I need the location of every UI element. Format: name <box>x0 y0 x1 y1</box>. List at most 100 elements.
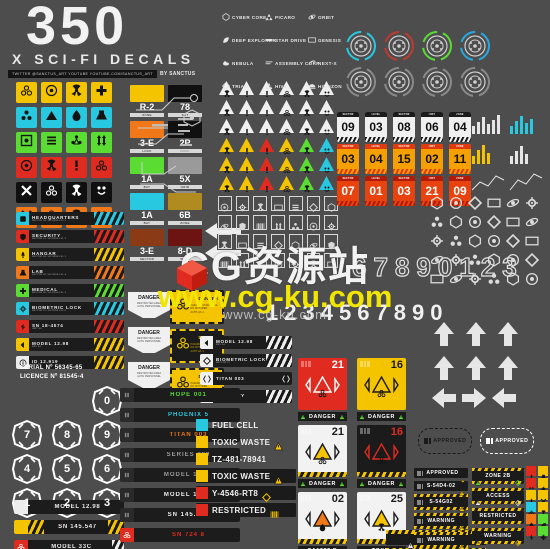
diamond-icon[interactable] <box>505 233 521 249</box>
mini-tile[interactable] <box>526 514 536 528</box>
counter-card[interactable]: LEVEL 03 <box>365 112 387 142</box>
warning-triangle[interactable] <box>238 137 255 155</box>
zone-row-wrap[interactable]: WARNING <box>472 528 524 547</box>
mini-tile[interactable] <box>538 478 548 492</box>
zone-row[interactable]: ZONE 2B <box>472 471 524 487</box>
outline-icon-tile[interactable] <box>218 215 232 230</box>
outline-icon-tile[interactable] <box>324 196 339 212</box>
zone-row[interactable]: RESTRICTED <box>472 511 524 527</box>
counter-card[interactable]: SECTOR 07 <box>337 176 359 206</box>
gear-icon[interactable] <box>468 272 482 286</box>
mini-tile[interactable] <box>526 466 536 480</box>
molecule-icon[interactable] <box>468 253 482 267</box>
counter-card[interactable]: ZONE 04 <box>449 112 471 142</box>
logo[interactable]: ASSEMBLY CORP <box>265 54 319 72</box>
material-row[interactable]: TOXIC WASTE <box>196 469 296 484</box>
hex-number-badge[interactable]: 4 <box>12 454 42 484</box>
warning-triangle[interactable] <box>258 175 275 193</box>
outline-icon-tile[interactable] <box>235 215 250 231</box>
danger-banner[interactable]: DANGER RESTRICTED AREA AUTH PERSONNEL <box>128 327 170 353</box>
danger-card-wrap[interactable]: 02 SA1232 B <box>298 492 351 549</box>
outline-icon-tile[interactable] <box>271 253 285 269</box>
icon-tile[interactable] <box>41 182 62 203</box>
diamond-icon[interactable] <box>467 195 483 211</box>
approval-row[interactable]: WARNING <box>414 535 468 549</box>
outline-icon-tile[interactable] <box>235 253 250 269</box>
mini-tile[interactable] <box>538 526 548 540</box>
icon-tile[interactable] <box>66 157 87 178</box>
icon-tile[interactable] <box>66 107 87 128</box>
warning-triangle[interactable] <box>218 175 235 193</box>
mini-tile[interactable] <box>526 526 536 540</box>
bottom-mid-bar[interactable]: SN 724 8 <box>120 528 240 542</box>
danger-card[interactable]: 21 <box>298 425 347 477</box>
zone-row[interactable]: ACCESS <box>472 491 524 507</box>
gear-icon[interactable] <box>430 234 444 248</box>
counter-card[interactable]: SECTOR 03 <box>393 176 415 206</box>
logo[interactable]: HIVE <box>265 77 307 95</box>
counter-card[interactable]: SECTOR 15 <box>393 144 415 174</box>
outline-icon-tile[interactable] <box>253 196 268 212</box>
orbit-icon[interactable] <box>449 272 463 286</box>
danger-banner[interactable]: DANGER RESTRICTED AREA AUTH PERSONNEL <box>128 292 170 318</box>
hex-number-badge[interactable]: 0 <box>92 386 122 416</box>
danger-card-wrap[interactable]: 21 DANGER <box>298 425 351 488</box>
danger-card[interactable]: 21 <box>298 358 347 410</box>
warning-triangle[interactable] <box>318 156 335 173</box>
counter-card[interactable]: LEVEL 01 <box>365 176 387 206</box>
mini-tile[interactable] <box>538 514 548 528</box>
target-icon[interactable] <box>487 234 501 248</box>
danger-card[interactable]: 02 <box>298 492 347 544</box>
material-row[interactable]: TZ-481-78941 <box>196 452 296 466</box>
target-icon[interactable] <box>506 253 520 267</box>
hud-gauge[interactable] <box>459 30 491 62</box>
label-bar[interactable]: MEDICAL SECTOR 06 / ACCESS LVL 3 <box>16 284 124 297</box>
logo[interactable]: PICARO <box>265 8 307 26</box>
danger-card[interactable]: 16 <box>357 425 406 477</box>
counter-card[interactable]: ZONE 11 <box>449 144 471 174</box>
hud-gauge[interactable] <box>459 66 491 98</box>
mini-tile[interactable] <box>538 490 548 504</box>
icon-tile[interactable] <box>16 82 37 103</box>
gear-icon[interactable] <box>525 196 539 210</box>
warning-triangle[interactable] <box>318 99 335 116</box>
hud-gauge[interactable] <box>421 30 453 62</box>
outline-icon-tile[interactable] <box>324 234 339 250</box>
approval-row-wrap[interactable]: WARNING <box>414 513 468 531</box>
molecule-icon[interactable] <box>430 215 444 229</box>
outline-icon-tile[interactable] <box>253 234 268 249</box>
logo[interactable]: NEBULA <box>222 54 264 72</box>
mini-tile[interactable] <box>526 490 536 504</box>
outline-icon-tile[interactable] <box>253 215 268 230</box>
warning-triangle[interactable] <box>298 118 315 136</box>
counter-card[interactable]: UNIT 06 <box>421 112 443 142</box>
icon-tile[interactable] <box>66 82 87 103</box>
hud-gauge[interactable] <box>345 66 377 98</box>
zone-row-wrap[interactable]: ZONE 2B <box>472 468 524 487</box>
box-icon[interactable] <box>430 272 444 286</box>
code-chip[interactable]: 3-E SECTOR <box>130 229 164 261</box>
icon-tile[interactable] <box>91 157 112 178</box>
outline-icon-tile[interactable] <box>288 215 303 230</box>
warning-triangle[interactable] <box>278 137 295 155</box>
counter-card[interactable]: SECTOR 03 <box>337 144 359 174</box>
icon-tile[interactable] <box>16 132 37 153</box>
hex-logo-icon[interactable] <box>430 196 444 210</box>
approval-row[interactable]: S-54G02 <box>414 497 468 512</box>
outline-icon-tile[interactable] <box>218 253 232 268</box>
mini-tile[interactable] <box>526 502 536 516</box>
target-icon[interactable] <box>449 196 463 210</box>
code-chip[interactable]: 8-D WING <box>168 229 202 261</box>
label-bar[interactable]: BIOMETRIC LOCK SECTOR 11 / ACCESS LVL 6 <box>16 302 124 315</box>
mini-tile[interactable] <box>538 502 548 516</box>
material-row[interactable]: Y-4546-RT8 <box>196 486 296 502</box>
warning-triangle[interactable] <box>238 175 255 193</box>
warning-triangle[interactable] <box>318 118 335 135</box>
logo[interactable]: DEEP EXPLORER <box>222 31 276 49</box>
warning-triangle[interactable] <box>278 175 295 193</box>
logo[interactable]: ORBIT <box>308 8 350 26</box>
mid-bar[interactable]: BIOMETRIC LOCK SECTOR 11 <box>200 354 292 367</box>
warning-triangle[interactable] <box>258 99 275 117</box>
outline-icon-tile[interactable] <box>288 234 303 250</box>
warning-triangle[interactable] <box>278 156 295 174</box>
